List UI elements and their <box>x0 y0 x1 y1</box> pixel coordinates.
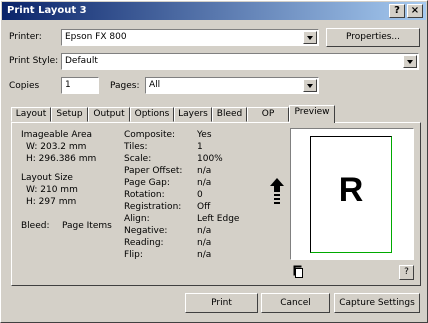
print-style-value: Default <box>65 56 98 66</box>
preview-letter: R <box>338 171 364 209</box>
tab-layers[interactable]: Layers <box>174 107 212 122</box>
tab-op[interactable]: OP <box>247 107 289 122</box>
property-key: Paper Offset: <box>124 166 183 176</box>
property-value: n/a <box>197 238 212 248</box>
tab-output[interactable]: Output <box>88 107 130 122</box>
property-key: Registration: <box>124 202 182 212</box>
layout-width: W: 210 mm <box>26 185 78 195</box>
copies-input[interactable]: 1 <box>61 77 99 94</box>
chevron-down-icon[interactable] <box>403 55 417 68</box>
preview-page: R <box>310 136 392 253</box>
printer-label: Printer: <box>9 32 42 42</box>
property-key: Scale: <box>124 154 152 164</box>
pages-value: All <box>149 80 161 90</box>
arrow-up-icon <box>270 178 284 204</box>
copies-label: Copies <box>9 81 40 91</box>
cancel-button[interactable]: Cancel <box>261 293 330 313</box>
print-layout-dialog: Print Layout 3 ? × Printer: Epson FX 800… <box>0 0 428 323</box>
property-key: Negative: <box>124 226 168 236</box>
print-style-select[interactable]: Default <box>61 53 419 70</box>
property-key: Reading: <box>124 238 164 248</box>
layout-size-title: Layout Size <box>21 173 73 183</box>
bleed-value: Page Items <box>62 221 112 231</box>
property-value: 100% <box>197 154 223 164</box>
help-title-button[interactable]: ? <box>389 4 405 18</box>
printer-select[interactable]: Epson FX 800 <box>61 29 319 46</box>
chevron-down-icon[interactable] <box>303 79 317 92</box>
properties-button[interactable]: Properties... <box>326 28 420 47</box>
tab-preview[interactable]: Preview <box>289 105 335 123</box>
title-bar[interactable]: Print Layout 3 ? × <box>2 2 426 20</box>
tab-setup[interactable]: Setup <box>51 107 88 122</box>
imageable-width: W: 203.2 mm <box>26 142 87 152</box>
imageable-height: H: 296.386 mm <box>26 154 97 164</box>
copies-value: 1 <box>65 80 71 90</box>
property-key: Flip: <box>124 250 143 260</box>
property-value: Left Edge <box>197 214 240 224</box>
property-key: Tiles: <box>124 142 148 152</box>
print-style-label: Print Style: <box>9 56 59 66</box>
capture-settings-button[interactable]: Capture Settings <box>334 293 420 313</box>
property-key: Composite: <box>124 130 176 140</box>
chevron-down-icon[interactable] <box>303 31 317 44</box>
property-key: Page Gap: <box>124 178 170 188</box>
page-preview: R <box>290 128 414 260</box>
property-value: n/a <box>197 178 212 188</box>
property-value: Yes <box>197 130 212 140</box>
property-key: Align: <box>124 214 150 224</box>
property-value: n/a <box>197 250 212 260</box>
tab-bleed[interactable]: Bleed <box>212 107 247 122</box>
property-value: Off <box>197 202 211 212</box>
property-value: 1 <box>197 142 203 152</box>
property-key: Rotation: <box>124 190 165 200</box>
layout-height: H: 297 mm <box>26 197 77 207</box>
property-value: n/a <box>197 226 212 236</box>
imageable-area-title: Imageable Area <box>21 130 93 140</box>
copy-pages-icon[interactable] <box>293 265 305 279</box>
property-value: 0 <box>197 190 203 200</box>
printer-value: Epson FX 800 <box>65 32 127 42</box>
pages-select[interactable]: All <box>145 77 319 94</box>
close-button[interactable]: × <box>407 4 423 18</box>
tab-options[interactable]: Options <box>130 107 174 122</box>
tab-layout[interactable]: Layout <box>11 107 51 122</box>
print-button[interactable]: Print <box>185 293 258 313</box>
help-button[interactable]: ? <box>399 265 414 280</box>
bleed-label: Bleed: <box>21 221 50 231</box>
pages-label: Pages: <box>110 81 140 91</box>
property-value: n/a <box>197 166 212 176</box>
window-title: Print Layout 3 <box>7 5 87 16</box>
